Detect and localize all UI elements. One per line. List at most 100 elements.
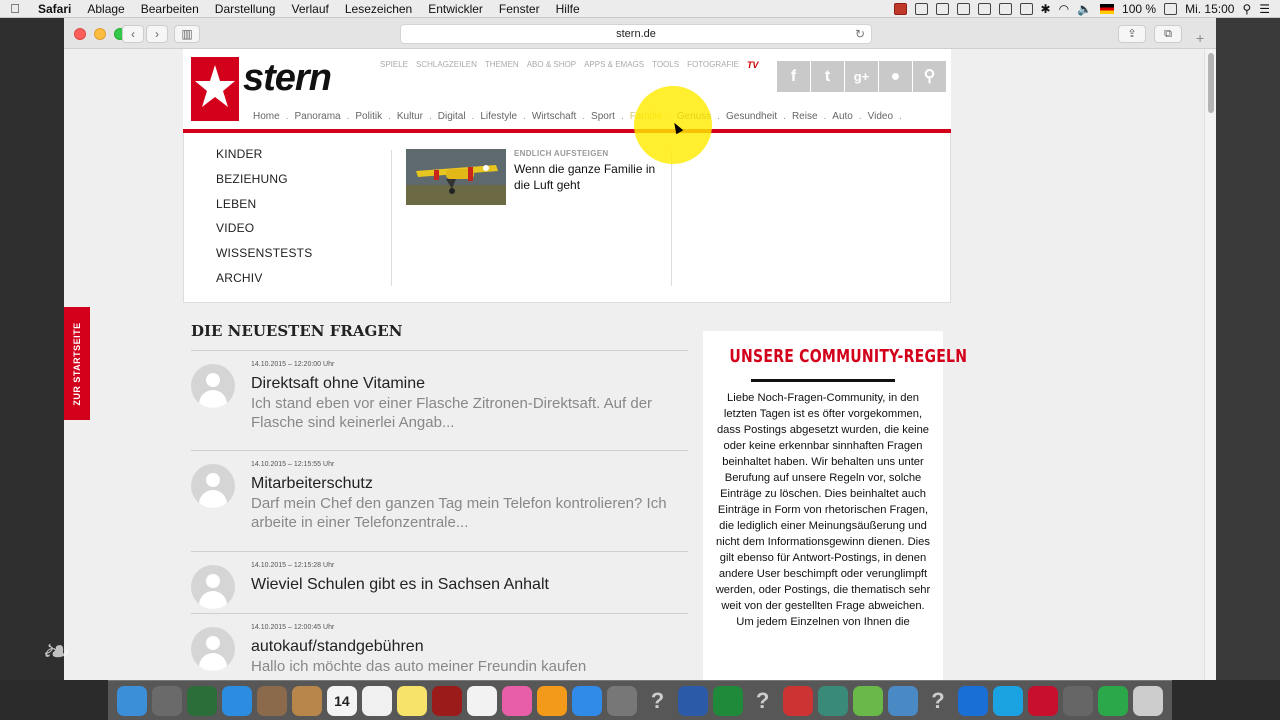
twitter-icon[interactable]: t (811, 61, 844, 92)
teaser-image[interactable] (406, 149, 506, 205)
top-link-abo-shop[interactable]: ABO & SHOP (527, 60, 576, 70)
itunes-icon[interactable] (502, 685, 533, 716)
ibooks-icon[interactable] (537, 685, 568, 716)
nav-item-wirtschaft[interactable]: Wirtschaft (528, 111, 580, 122)
stern-tv-logo[interactable]: TV (747, 60, 759, 70)
contacts-icon[interactable] (291, 685, 322, 716)
menu-ablage[interactable]: Ablage (79, 2, 132, 16)
nav-item-auto[interactable]: Auto (828, 111, 857, 122)
app-store-icon[interactable] (572, 685, 603, 716)
menu-darstellung[interactable]: Darstellung (207, 2, 284, 16)
question-item[interactable]: 14.10.2015 – 12:00:45 Uhr autokauf/stand… (191, 613, 688, 680)
question-item[interactable]: 14.10.2015 – 12:15:55 Uhr Mitarbeitersch… (191, 450, 688, 551)
reload-icon[interactable]: ↻ (855, 25, 865, 43)
scrollbar-thumb[interactable] (1208, 53, 1214, 113)
app-icon[interactable] (887, 685, 918, 716)
app-icon[interactable] (1063, 685, 1094, 716)
top-link-schlagzeilen[interactable]: SCHLAGZEILEN (416, 60, 477, 70)
finder-icon[interactable] (116, 685, 147, 716)
dropdown-item-kinder[interactable]: KINDER (216, 147, 312, 172)
nav-item-home[interactable]: Home (249, 111, 284, 122)
top-link-apps-emags[interactable]: APPS & EMAGS (584, 60, 644, 70)
reminders-icon[interactable] (361, 685, 392, 716)
photos-icon[interactable] (467, 685, 498, 716)
menu-lesezeichen[interactable]: Lesezeichen (337, 2, 420, 16)
top-link-themen[interactable]: THEMEN (485, 60, 519, 70)
menu-app-name[interactable]: Safari (30, 2, 79, 16)
nav-item-panorama[interactable]: Panorama (290, 111, 344, 122)
time-machine-icon[interactable] (1019, 2, 1033, 15)
nav-item-video[interactable]: Video (864, 111, 897, 122)
menu-entwickler[interactable]: Entwickler (420, 2, 491, 16)
menu-fenster[interactable]: Fenster (491, 2, 548, 16)
notification-center-icon[interactable]: ☰ (1259, 2, 1270, 16)
minimize-window-button[interactable] (94, 28, 106, 40)
top-link-spiele[interactable]: SPIELE (380, 60, 408, 70)
status-app-icon[interactable] (893, 2, 907, 15)
dropdown-item-wissenstests[interactable]: WISSENSTESTS (216, 246, 312, 271)
airplay-icon[interactable] (998, 2, 1012, 15)
nav-item-lifestyle[interactable]: Lifestyle (476, 111, 521, 122)
notes-icon[interactable] (397, 685, 428, 716)
help-icon[interactable]: ? (923, 686, 953, 716)
share-button[interactable]: ⇪ (1118, 25, 1146, 43)
powerpoint-icon[interactable] (782, 685, 813, 716)
question-item[interactable]: 14.10.2015 – 12:20:00 Uhr Direktsaft ohn… (191, 350, 688, 450)
nav-item-kultur[interactable]: Kultur (393, 111, 427, 122)
wifi-icon[interactable]: ◠ (1059, 2, 1069, 16)
question-title[interactable]: Direktsaft ohne Vitamine (251, 374, 688, 394)
nav-item-politik[interactable]: Politik (351, 111, 386, 122)
nav-item-gesundheit[interactable]: Gesundheit (722, 111, 781, 122)
stern-logo-text[interactable]: stern (243, 57, 332, 100)
back-button[interactable]: ‹ (122, 25, 144, 43)
dropdown-item-beziehung[interactable]: BEZIEHUNG (216, 172, 312, 197)
word-icon[interactable] (677, 685, 708, 716)
teaser-title[interactable]: Wenn die ganze Familie in die Luft geht (514, 161, 664, 193)
help-icon[interactable]: ? (642, 686, 672, 716)
safari-icon[interactable] (221, 685, 252, 716)
nav-item-digital[interactable]: Digital (434, 111, 470, 122)
nav-item-reise[interactable]: Reise (788, 111, 822, 122)
german-flag-icon[interactable] (1100, 3, 1115, 14)
teamviewer-icon[interactable] (958, 685, 989, 716)
address-bar[interactable]: stern.de ↻ (400, 24, 872, 44)
apple-menu-icon[interactable]:  (0, 1, 30, 16)
battery-icon[interactable] (1164, 2, 1178, 15)
volume-icon[interactable]: 🔈 (1077, 2, 1092, 16)
skype-status-icon[interactable] (977, 2, 991, 15)
acrobat-icon[interactable] (1028, 685, 1059, 716)
page-scrollbar[interactable] (1204, 49, 1216, 680)
excel-icon[interactable] (712, 685, 743, 716)
top-link-fotografie[interactable]: FOTOGRAFIE (687, 60, 739, 70)
question-item[interactable]: 14.10.2015 – 12:15:28 Uhr Wieviel Schule… (191, 551, 688, 613)
close-window-button[interactable] (74, 28, 86, 40)
battery-percent[interactable]: 100 % (1122, 2, 1156, 16)
trash-icon[interactable] (1133, 685, 1164, 716)
user-icon[interactable]: ● (879, 61, 912, 92)
bluetooth-icon[interactable]: ✱ (1041, 2, 1051, 16)
zur-startseite-tab[interactable]: ZUR STARTSEITE (64, 307, 90, 420)
app-icon[interactable] (817, 685, 848, 716)
question-title[interactable]: autokauf/standgebühren (251, 637, 688, 657)
dropbox-icon[interactable] (956, 2, 970, 15)
facebook-icon[interactable]: f (777, 61, 810, 92)
stern-logo-icon[interactable] (191, 57, 239, 121)
search-icon[interactable]: ⚲ (913, 61, 946, 92)
dropdown-item-archiv[interactable]: ARCHIV (216, 271, 312, 296)
dropdown-item-video[interactable]: VIDEO (216, 221, 312, 246)
mission-control-icon[interactable] (186, 685, 217, 716)
tabs-overview-button[interactable]: ⧉ (1154, 25, 1182, 43)
menu-bearbeiten[interactable]: Bearbeiten (133, 2, 207, 16)
photo-booth-icon[interactable] (432, 685, 463, 716)
skype-icon[interactable] (993, 685, 1024, 716)
help-icon[interactable]: ? (748, 686, 778, 716)
dropdown-item-leben[interactable]: LEBEN (216, 197, 312, 222)
status-sync-icon[interactable] (935, 2, 949, 15)
calendar-icon[interactable]: 14 (326, 685, 357, 716)
system-preferences-icon[interactable] (607, 685, 638, 716)
question-title[interactable]: Mitarbeiterschutz (251, 474, 688, 494)
menu-hilfe[interactable]: Hilfe (548, 2, 588, 16)
new-tab-icon[interactable]: + (1196, 30, 1212, 46)
question-title[interactable]: Wieviel Schulen gibt es in Sachsen Anhal… (251, 575, 688, 595)
sidebar-toggle-icon[interactable]: ▥ (174, 25, 200, 43)
